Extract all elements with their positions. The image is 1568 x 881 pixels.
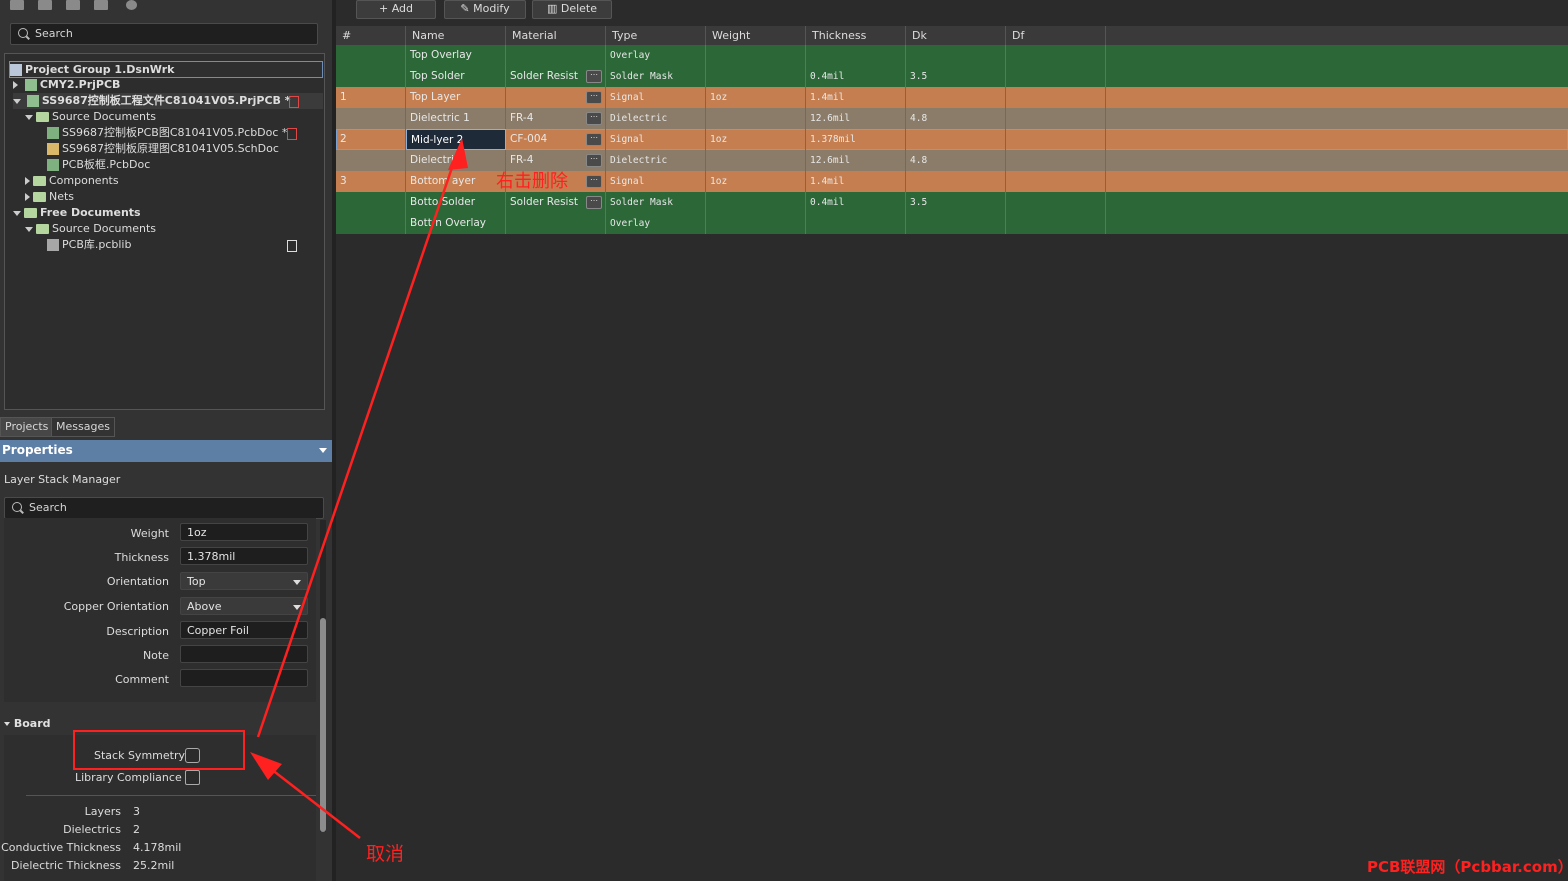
annotation-cancel: 取消 [366, 843, 405, 865]
watermark: PCB联盟网（Pcbbar.com） [1367, 858, 1568, 876]
annotation-arrowhead [250, 752, 282, 780]
annotation-arrowhead [448, 138, 468, 170]
annotation-arrows [250, 138, 468, 839]
annotation-arrow-line [256, 149, 460, 738]
annotation-arrow-line [261, 761, 361, 839]
